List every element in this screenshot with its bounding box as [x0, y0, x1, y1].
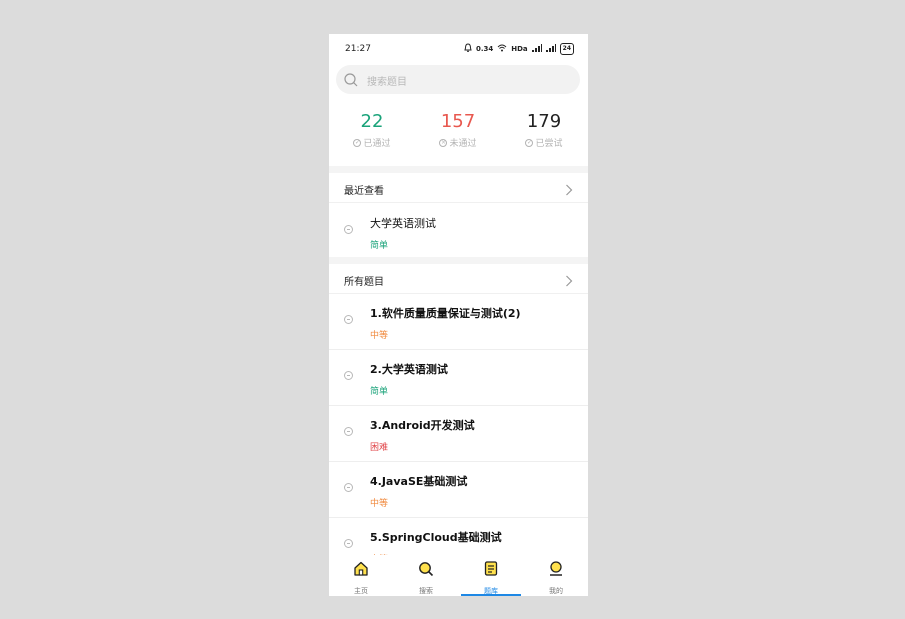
alarm-icon [464, 43, 472, 55]
tab-label: 搜索 [419, 587, 433, 595]
list-item[interactable]: 2.大学英语测试 简单 [329, 349, 588, 406]
stat-failed[interactable]: 157 × 未通过 [415, 110, 501, 149]
search-input[interactable]: 搜索题目 [336, 65, 580, 94]
tab-search[interactable]: 搜索 [394, 555, 458, 596]
difficulty-badge: 简单 [370, 241, 389, 251]
status-bar: 21:27 0.34 HDa 24 [329, 34, 588, 64]
recent-header[interactable]: 最近查看 [329, 173, 588, 203]
stat-attempted-label: 已尝试 [535, 139, 563, 149]
difficulty-badge: 困难 [370, 443, 389, 453]
list-item[interactable]: 4.JavaSE基础测试 中等 [329, 461, 588, 518]
search-icon [344, 72, 358, 91]
stat-failed-label: 未通过 [449, 139, 477, 149]
item-title: 1.软件质量质量保证与测试(2) [370, 307, 521, 320]
question-bank-icon [483, 561, 499, 580]
stat-attempted[interactable]: 179 ✓ 已尝试 [501, 110, 587, 149]
status-circle-icon [344, 315, 353, 324]
list-item[interactable]: 1.软件质量质量保证与测试(2) 中等 [329, 293, 588, 350]
stat-passed-value: 22 [360, 111, 384, 132]
tab-home[interactable]: 主页 [329, 555, 393, 596]
home-icon [353, 561, 369, 580]
chevron-right-icon [565, 272, 573, 291]
chevron-right-icon [565, 181, 573, 200]
stat-passed-label: 已通过 [363, 139, 391, 149]
bottom-tab-bar: 主页 搜索 题库 我的 [329, 555, 588, 596]
network-speed: 0.34 [475, 45, 494, 53]
section-divider [329, 257, 588, 264]
section-divider [329, 166, 588, 173]
check-circle-icon: ✓ [353, 138, 362, 147]
status-icons: 0.34 HDa 24 [464, 43, 574, 55]
stat-failed-value: 157 [440, 111, 476, 132]
profile-icon [548, 561, 564, 580]
stat-passed[interactable]: 22 ✓ 已通过 [329, 110, 415, 149]
status-circle-icon [344, 539, 353, 548]
difficulty-badge: 中等 [370, 331, 389, 341]
status-circle-icon [344, 371, 353, 380]
tab-label: 我的 [549, 587, 563, 595]
signal-icon [531, 43, 542, 55]
stat-attempted-value: 179 [526, 111, 562, 132]
status-circle-icon [344, 225, 353, 234]
tab-label: 主页 [354, 587, 368, 595]
status-circle-icon [344, 427, 353, 436]
signal-icon [545, 43, 556, 55]
recent-title: 最近查看 [344, 186, 384, 197]
status-time: 21:27 [345, 44, 371, 54]
cross-circle-icon: × [439, 138, 448, 147]
all-header[interactable]: 所有题目 [329, 264, 588, 294]
search-icon [418, 561, 434, 580]
stats-row: 22 ✓ 已通过 157 × 未通过 179 ✓ 已尝试 [329, 110, 588, 158]
search-placeholder: 搜索题目 [367, 77, 407, 88]
hd-indicator: HDa [511, 45, 528, 53]
item-title: 2.大学英语测试 [370, 363, 448, 376]
wifi-icon [497, 44, 507, 55]
item-title: 3.Android开发测试 [370, 419, 475, 432]
item-title: 大学英语测试 [370, 217, 436, 230]
difficulty-badge: 简单 [370, 387, 389, 397]
list-item[interactable]: 大学英语测试 简单 [329, 203, 588, 260]
battery-icon: 24 [559, 43, 574, 55]
phone-screen: 21:27 0.34 HDa 24 搜索题目 22 ✓ 已通过 157 × 未通… [329, 34, 588, 596]
status-circle-icon [344, 483, 353, 492]
list-item[interactable]: 3.Android开发测试 困难 [329, 405, 588, 462]
check-circle-icon: ✓ [525, 138, 534, 147]
tab-profile[interactable]: 我的 [524, 555, 588, 596]
difficulty-badge: 中等 [370, 499, 389, 509]
item-title: 4.JavaSE基础测试 [370, 475, 468, 488]
active-tab-indicator [461, 594, 521, 596]
all-title: 所有题目 [344, 277, 384, 288]
tab-question-bank[interactable]: 题库 [459, 555, 523, 596]
item-title: 5.SpringCloud基础测试 [370, 531, 502, 544]
